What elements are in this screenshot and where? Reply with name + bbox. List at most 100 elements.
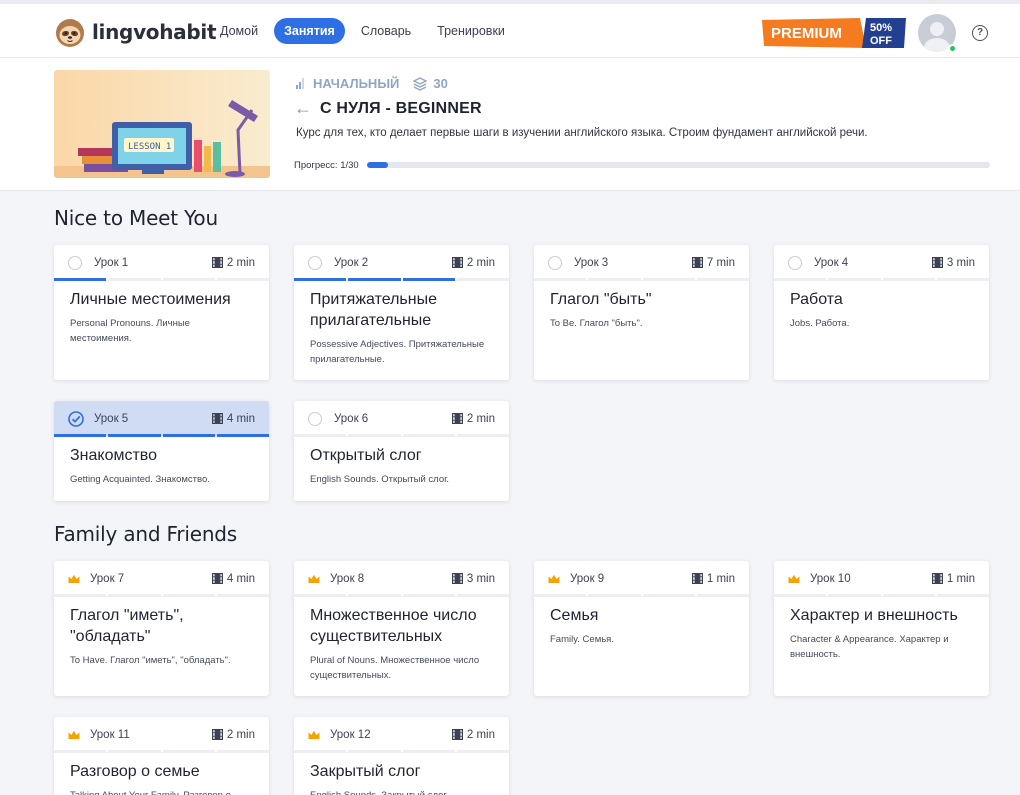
progress-segment <box>642 594 695 597</box>
lesson-card-body: Закрытый слог English Sounds. Закрытый сл… <box>294 753 509 795</box>
progress-segment <box>294 750 347 753</box>
progress-segment <box>588 594 641 597</box>
lesson-duration: 4 min <box>211 412 255 425</box>
lesson-card-body: Открытый слог English Sounds. Открытый сл… <box>294 437 509 487</box>
lesson-card[interactable]: Урок 3 7 min Глагол "быть" To Be. Глагол "б… <box>534 245 749 380</box>
progress-segment <box>348 434 401 437</box>
lesson-card-header: Урок 4 3 min <box>774 245 989 281</box>
progress-segment <box>294 594 347 597</box>
crown-icon <box>548 574 560 583</box>
progress-segment <box>108 434 161 437</box>
duration-text: 2 min <box>466 256 495 269</box>
progress-segment <box>402 750 455 753</box>
film-icon <box>691 257 703 268</box>
nav-trainings[interactable]: Тренировки <box>427 18 515 44</box>
lesson-number: Урок 12 <box>330 728 371 741</box>
course-level: НАЧАЛЬНЫЙ <box>313 76 400 91</box>
course-title: С НУЛЯ - BEGINNER <box>320 99 482 117</box>
lesson-progress-segments <box>534 278 749 281</box>
progress-segment <box>456 750 509 753</box>
progress-segment <box>828 594 881 597</box>
lesson-duration: 1 min <box>931 573 975 585</box>
progress-segment <box>54 278 107 281</box>
lesson-status-circle-icon <box>548 255 562 270</box>
lesson-title: Разговор о семье <box>70 763 200 780</box>
progress-segment <box>108 594 161 597</box>
lesson-progress-segments <box>294 278 509 281</box>
lesson-subtitle: Possessive Adjectives. Притяжательные пр… <box>310 339 485 365</box>
lesson-duration: 2 min <box>211 257 255 269</box>
crown-icon <box>68 730 80 739</box>
nav-home[interactable]: Домой <box>210 18 268 44</box>
lesson-card[interactable]: Урок 7 4 min Глагол "иметь", "обладать" To … <box>54 561 269 696</box>
lesson-duration: 1 min <box>691 573 735 585</box>
nav-lessons[interactable]: Занятия <box>274 18 345 44</box>
lesson-card[interactable]: Урок 6 2 min Открытый слог English Sounds. … <box>294 401 509 501</box>
lesson-title: Семья <box>550 607 599 624</box>
progress-segment <box>216 278 269 281</box>
layers-icon <box>413 76 428 91</box>
duration-text: 2 min <box>466 728 495 741</box>
lesson-title: Глагол "быть" <box>550 291 652 308</box>
lesson-subtitle: Character & Appearance. Характер и внешн… <box>790 634 949 660</box>
progress-segment <box>216 750 269 753</box>
lesson-card-body: Характер и внешность Character & Appearan… <box>774 597 989 662</box>
progress-segment <box>162 750 215 753</box>
progress-segment <box>774 594 827 597</box>
progress-segment <box>828 278 881 281</box>
progress-segment <box>882 278 935 281</box>
nav-dictionary[interactable]: Словарь <box>351 18 421 44</box>
lesson-card-header: Урок 10 1 min <box>774 561 989 597</box>
lesson-card-body: Личные местоимения Personal Pronouns. Лич… <box>54 281 269 346</box>
progress-segment <box>402 594 455 597</box>
progress-segment <box>696 278 749 281</box>
lesson-progress-segments <box>294 434 509 437</box>
lesson-card[interactable]: Урок 11 2 min Разговор о семье Talking Abou… <box>54 717 269 795</box>
lesson-card[interactable]: Урок 5 4 min Знакомство Getting Acquainted.… <box>54 401 269 501</box>
help-icon[interactable]: ? <box>972 25 988 41</box>
lesson-duration: 2 min <box>451 256 495 269</box>
lesson-card[interactable]: Урок 9 1 min Семья Family. Семья. <box>534 561 749 696</box>
lesson-number: Урок 7 <box>90 572 125 585</box>
lesson-card[interactable]: Урок 4 3 min Работа Jobs. Работа. <box>774 245 989 380</box>
lesson-number: Урок 2 <box>334 256 369 269</box>
lesson-card-body: Знакомство Getting Acquainted. Знакомство… <box>54 437 269 487</box>
lesson-card[interactable]: Урок 10 1 min Характер и внешность Characte… <box>774 561 989 696</box>
lesson-card[interactable]: Урок 1 2 min Личные местоимения Personal Pr… <box>54 245 269 380</box>
lesson-card[interactable]: Урок 2 2 min Притяжательные прилагательные… <box>294 245 509 380</box>
course-description: Курс для тех, кто делает первые шаги в и… <box>296 127 868 139</box>
lesson-progress-segments <box>54 594 269 597</box>
lesson-subtitle: Plural of Nouns. Множественное число сущ… <box>310 655 480 681</box>
film-icon <box>931 573 943 584</box>
progress-label: Прогресс: 1/30 <box>294 160 359 171</box>
lesson-card-body: Глагол "иметь", "обладать" To Have. Глаго… <box>54 597 269 668</box>
progress-segment <box>774 278 827 281</box>
lesson-card-header: Урок 3 7 min <box>534 245 749 281</box>
course-meta: НАЧАЛЬНЫЙ 30 <box>296 76 448 91</box>
film-icon <box>451 257 463 268</box>
progress-segment <box>348 750 401 753</box>
crown-icon <box>308 574 320 583</box>
progress-segment <box>402 434 455 437</box>
progress-segment <box>108 750 161 753</box>
lesson-duration: 2 min <box>211 728 255 741</box>
duration-text: 3 min <box>466 572 495 585</box>
lesson-subtitle: Personal Pronouns. Личные местоимения. <box>70 318 190 344</box>
progress-segment <box>456 278 509 281</box>
lesson-card-body: Глагол "быть" To Be. Глагол "быть". <box>534 281 749 331</box>
lessons-count: 30 <box>433 76 448 91</box>
lesson-card[interactable]: Урок 12 2 min Закрытый слог English Sounds.… <box>294 717 509 795</box>
lesson-card-header: Урок 6 2 min <box>294 401 509 437</box>
logo[interactable]: lingvohabit <box>54 16 217 48</box>
progress-segment <box>54 434 107 437</box>
duration-text: 2 min <box>226 728 255 741</box>
back-arrow-icon[interactable]: ← <box>294 98 312 119</box>
duration-text: 4 min <box>226 412 255 425</box>
lesson-duration: 3 min <box>451 572 495 585</box>
premium-button[interactable]: PREMIUM 50% OFF <box>762 18 906 48</box>
lesson-duration: 3 min <box>931 257 975 269</box>
lesson-card[interactable]: Урок 8 3 min Множественное число существит… <box>294 561 509 696</box>
main-nav: Домой Занятия Словарь Тренировки <box>210 18 521 44</box>
lesson-number: Урок 8 <box>330 572 365 585</box>
lesson-card-header: Урок 12 2 min <box>294 717 509 753</box>
